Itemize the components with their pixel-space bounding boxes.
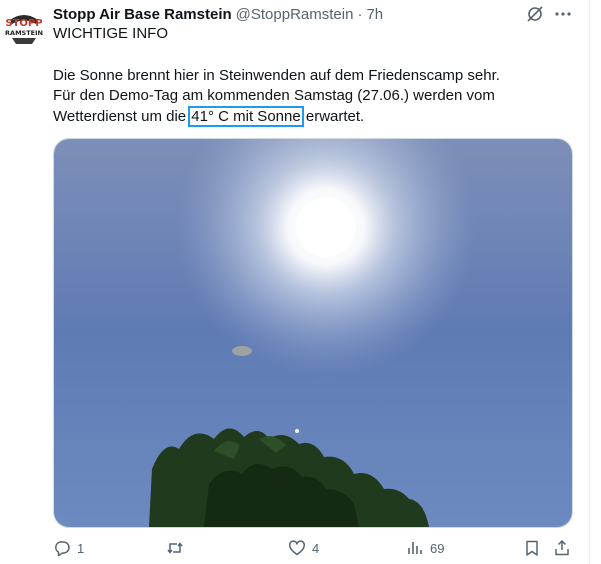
more-icon[interactable] — [553, 4, 573, 24]
like-count: 4 — [312, 540, 320, 556]
share-icon — [555, 539, 569, 556]
sun-sky-photo — [54, 139, 572, 527]
author-handle[interactable]: @StoppRamstein — [236, 6, 354, 23]
tweet-text-before: Wetterdienst um die — [53, 107, 191, 125]
tweet-card[interactable]: STOPP RAMSTEIN Stopp Air Base Ramstein @… — [0, 0, 590, 564]
action-bar: 1 4 69 — [53, 537, 575, 559]
tweet-image[interactable] — [53, 138, 573, 528]
reply-button[interactable]: 1 — [53, 537, 84, 559]
separator-dot: · — [357, 5, 363, 23]
heart-icon — [289, 540, 305, 556]
bookmark-icon — [526, 540, 538, 556]
retweet-button[interactable] — [166, 537, 190, 559]
svg-text:RAMSTEIN: RAMSTEIN — [5, 29, 43, 37]
timestamp[interactable]: 7h — [366, 6, 383, 23]
like-button[interactable]: 4 — [288, 537, 319, 559]
tweet-line: Die Sonne brennt hier in Steinwenden auf… — [53, 66, 500, 84]
views-icon — [408, 542, 422, 554]
tweet-text-after: erwartet. — [301, 107, 365, 125]
tweet-header: Stopp Air Base Ramstein @StoppRamstein ·… — [53, 4, 569, 24]
avatar[interactable]: STOPP RAMSTEIN — [4, 8, 44, 48]
grok-icon[interactable] — [525, 4, 545, 24]
bookmark-button[interactable] — [523, 537, 541, 559]
views-count: 69 — [430, 540, 445, 556]
highlighted-text: 41° C mit Sonne — [188, 105, 304, 127]
retweet-icon — [167, 542, 183, 554]
tweet-line: Für den Demo-Tag am kommenden Samstag (2… — [53, 87, 495, 104]
reply-icon — [55, 541, 70, 557]
share-button[interactable] — [553, 537, 571, 559]
reply-count: 1 — [77, 540, 85, 556]
author-name[interactable]: Stopp Air Base Ramstein — [53, 6, 232, 23]
svg-text:STOPP: STOPP — [5, 18, 42, 29]
tweet-text: WICHTIGE INFO Die Sonne brennt hier in S… — [53, 24, 573, 127]
views-button[interactable]: 69 — [406, 537, 444, 559]
tweet-line: WICHTIGE INFO — [53, 25, 168, 42]
avatar-logo: STOPP RAMSTEIN — [4, 8, 44, 48]
tweet-line: Wetterdienst um die 41° C mit Sonne erwa… — [53, 105, 573, 128]
